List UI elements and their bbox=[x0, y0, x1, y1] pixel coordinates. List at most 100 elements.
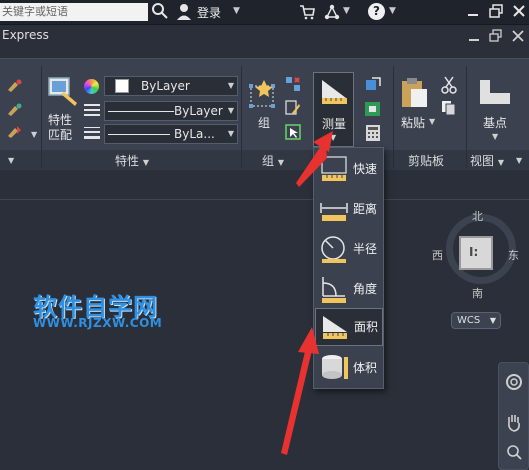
steering-wheel-icon[interactable] bbox=[505, 373, 523, 391]
chevron-down-icon[interactable]: ▼ bbox=[233, 6, 240, 16]
base-button[interactable]: 基点 bbox=[483, 114, 507, 131]
user-icon[interactable] bbox=[176, 3, 192, 21]
doc-restore-icon[interactable] bbox=[489, 29, 503, 43]
calculator-icon[interactable] bbox=[364, 124, 382, 142]
compass-south[interactable]: 南 bbox=[472, 285, 483, 301]
paste-icon[interactable] bbox=[399, 77, 429, 109]
chevron-down-icon: ▼ bbox=[227, 81, 234, 90]
compass-west[interactable]: 西 bbox=[432, 247, 443, 263]
menu-item-area[interactable]: 面积 bbox=[315, 308, 383, 346]
group-button[interactable]: 组 bbox=[258, 114, 270, 131]
watermark-url: WWW.RJZXW.COM bbox=[33, 316, 163, 330]
measure-icon bbox=[322, 80, 347, 104]
chevron-down-icon[interactable]: ▼ bbox=[31, 130, 37, 139]
chevron-down-icon[interactable]: ▼ bbox=[516, 156, 522, 165]
help-icon[interactable]: ? bbox=[368, 3, 385, 20]
panel-divider bbox=[393, 66, 394, 168]
chevron-down-icon: ▼ bbox=[227, 106, 234, 115]
distance-icon bbox=[320, 203, 348, 221]
chevron-down-icon: ▼ bbox=[277, 158, 284, 167]
radius-icon bbox=[321, 236, 346, 263]
menu-item-label: 快速 bbox=[353, 162, 378, 176]
menu-item-label: 距离 bbox=[353, 202, 378, 216]
menu-item-label: 半径 bbox=[353, 242, 378, 256]
menu-express[interactable]: Express bbox=[2, 28, 49, 42]
lineweight-combo-value: ByLa... bbox=[174, 127, 215, 141]
menu-item-distance[interactable]: 距离 bbox=[315, 191, 383, 227]
viewcube[interactable]: I: bbox=[459, 236, 493, 270]
chevron-down-icon: ▼ bbox=[489, 316, 496, 325]
menu-item-angle[interactable]: 角度 bbox=[315, 271, 383, 307]
color-wheel-icon[interactable] bbox=[84, 79, 99, 94]
base-point-icon[interactable] bbox=[479, 79, 511, 105]
chevron-down-icon[interactable]: ▼ bbox=[429, 117, 435, 126]
chevron-down-icon[interactable]: ▼ bbox=[8, 156, 14, 165]
measure-button[interactable]: 测量 ▼ bbox=[313, 72, 354, 147]
menu-item-volume[interactable]: 体积 bbox=[315, 350, 383, 386]
share-icon[interactable] bbox=[324, 4, 340, 20]
angle-icon bbox=[322, 277, 346, 303]
ungroup-icon[interactable] bbox=[285, 76, 301, 92]
top-bar: 关键字或短语 登录 ▼ ▼ ? ▼ bbox=[0, 0, 529, 25]
canvas-divider bbox=[0, 199, 529, 200]
compass-north[interactable]: 北 bbox=[472, 208, 483, 224]
chevron-down-icon[interactable]: ▼ bbox=[343, 6, 350, 16]
menu-item-radius[interactable]: 半径 bbox=[315, 231, 383, 267]
linetype-preview bbox=[108, 111, 174, 112]
menu-item-quick[interactable]: 快速 bbox=[315, 151, 383, 187]
panel-label-group[interactable]: 组 ▼ bbox=[262, 152, 284, 169]
doc-close-icon[interactable] bbox=[511, 29, 525, 43]
search-icon[interactable] bbox=[151, 2, 169, 20]
copy-icon[interactable] bbox=[441, 100, 457, 116]
menu-item-label: 角度 bbox=[353, 282, 378, 296]
wcs-label: WCS bbox=[457, 315, 481, 326]
id-point-icon[interactable] bbox=[364, 76, 382, 92]
linetype-icon[interactable] bbox=[84, 103, 100, 116]
linetype-combo[interactable]: ByLayer ▼ bbox=[104, 101, 238, 121]
layer-tool-icon[interactable] bbox=[6, 102, 24, 118]
compass-east[interactable]: 东 bbox=[508, 247, 519, 263]
measure-dropdown-menu: 快速 距离 半径 角度 面积 体积 bbox=[313, 147, 384, 389]
panel-divider bbox=[466, 66, 467, 168]
area-icon bbox=[323, 316, 347, 339]
zoom-icon[interactable] bbox=[505, 443, 523, 461]
doc-minimize-icon[interactable] bbox=[467, 29, 481, 43]
panel-label-text: 视图 bbox=[470, 154, 495, 168]
linetype-combo-value: ByLayer bbox=[174, 104, 223, 118]
panel-label-view[interactable]: 视图 ▼ bbox=[470, 152, 504, 169]
color-swatch bbox=[115, 79, 129, 93]
panel-label-text: 特性 bbox=[115, 154, 140, 168]
minimize-icon[interactable] bbox=[465, 3, 481, 19]
volume-icon bbox=[322, 355, 348, 379]
group-edit-icon[interactable] bbox=[285, 100, 301, 116]
group-icon[interactable] bbox=[248, 80, 278, 110]
wcs-menu[interactable]: WCS ▼ bbox=[451, 312, 501, 329]
cart-icon[interactable] bbox=[299, 4, 315, 20]
lineweight-icon[interactable] bbox=[84, 126, 100, 139]
chevron-down-icon[interactable]: ▼ bbox=[389, 6, 396, 16]
cut-icon[interactable] bbox=[441, 76, 457, 94]
login-link[interactable]: 登录 bbox=[197, 4, 221, 21]
chevron-down-icon: ▼ bbox=[142, 158, 149, 167]
chevron-down-icon[interactable]: ▼ bbox=[492, 132, 498, 141]
paste-button[interactable]: 粘贴 bbox=[401, 114, 425, 131]
color-combo[interactable]: ByLayer ▼ bbox=[104, 76, 238, 96]
select-similar-icon[interactable] bbox=[364, 101, 382, 117]
layer-tool-icon[interactable] bbox=[6, 78, 24, 94]
group-select-icon[interactable] bbox=[285, 124, 301, 140]
pan-hand-icon[interactable] bbox=[505, 413, 523, 433]
search-input[interactable]: 关键字或短语 bbox=[0, 3, 148, 21]
panel-label-text: 组 bbox=[262, 154, 275, 168]
panel-label-clipboard[interactable]: 剪贴板 bbox=[408, 152, 444, 169]
match-properties-button[interactable]: 特性 匹配 bbox=[48, 113, 80, 143]
menu-item-label: 体积 bbox=[353, 361, 378, 375]
close-icon[interactable] bbox=[511, 3, 527, 19]
lineweight-combo[interactable]: ByLa... ▼ bbox=[104, 124, 238, 144]
panel-label-properties[interactable]: 特性 ▼ bbox=[115, 152, 149, 169]
quick-measure-icon bbox=[321, 156, 347, 181]
layer-tool-icon[interactable] bbox=[6, 124, 24, 140]
restore-icon[interactable] bbox=[488, 3, 504, 19]
color-combo-value: ByLayer bbox=[141, 79, 190, 93]
match-properties-icon[interactable] bbox=[47, 76, 79, 108]
panel-divider bbox=[41, 66, 42, 168]
